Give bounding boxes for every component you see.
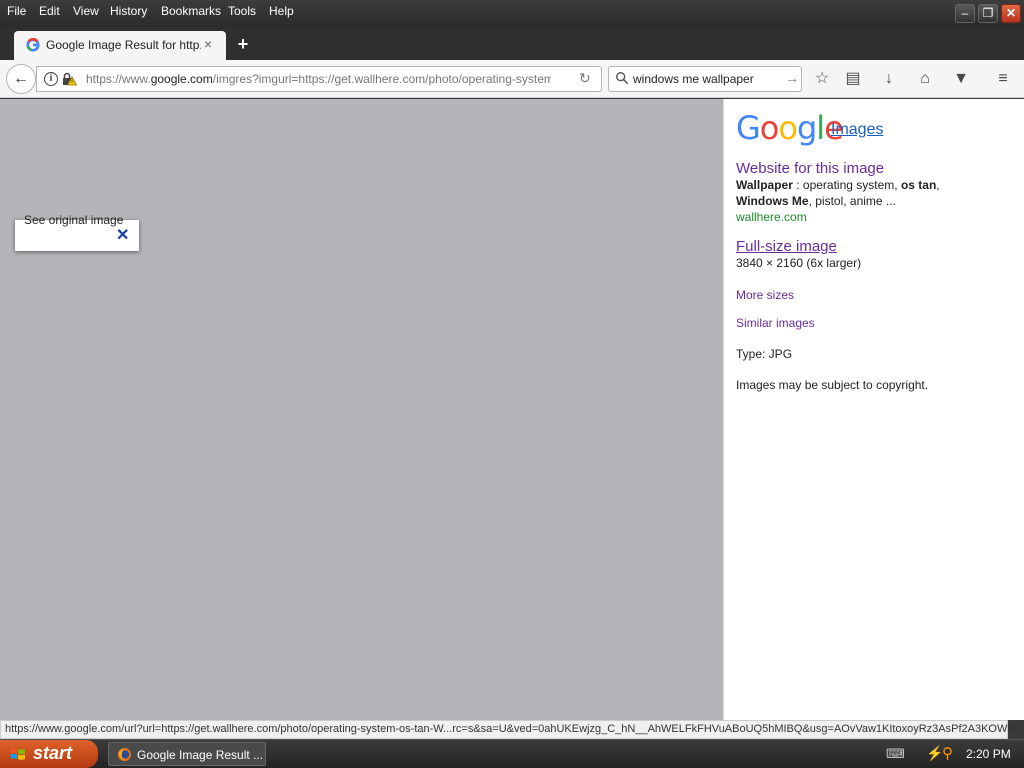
close-popup-icon[interactable]: ✕	[116, 225, 129, 245]
home-icon[interactable]: ⌂	[914, 68, 936, 90]
bookmark-star-icon[interactable]: ☆	[811, 68, 833, 90]
keyboard-icon[interactable]: ⌨	[886, 746, 905, 762]
see-original-image-text[interactable]: See original image	[24, 213, 123, 227]
reload-icon[interactable]: ↻	[579, 70, 591, 87]
copyright-notice: Images may be subject to copyright.	[736, 378, 929, 392]
menu-bookmarks[interactable]: Bookmarks	[161, 4, 221, 18]
search-go-icon[interactable]: →	[785, 70, 799, 86]
bookmarks-menu-icon[interactable]: ▤	[842, 68, 864, 90]
new-tab-button[interactable]: +	[232, 33, 254, 55]
menu-bar: File Edit View History Bookmarks Tools H…	[0, 0, 1024, 28]
menu-tools[interactable]: Tools	[228, 4, 256, 18]
hamburger-menu-icon[interactable]: ≡	[992, 68, 1014, 90]
menu-help[interactable]: Help	[269, 4, 294, 18]
images-link[interactable]: Images	[831, 121, 883, 139]
see-original-popup: See original image ✕	[15, 213, 139, 251]
website-for-image-link[interactable]: Website for this image	[736, 160, 884, 177]
menu-view[interactable]: View	[73, 4, 99, 18]
url-text: https://www.google.com/imgres?imgurl=htt…	[86, 72, 551, 86]
status-bar: https://www.google.com/url?url=https://g…	[0, 720, 1015, 739]
description-line-1: Wallpaper : operating system, os tan,	[736, 178, 940, 192]
menu-edit[interactable]: Edit	[39, 4, 60, 18]
close-tab-icon[interactable]: ×	[204, 36, 212, 52]
close-window-button[interactable]: ✕	[1001, 4, 1021, 23]
search-bar[interactable]: windows me wallpaper →	[608, 66, 802, 92]
image-viewer-area[interactable]	[0, 99, 723, 720]
similar-images-link[interactable]: Similar images	[736, 316, 815, 330]
start-label: start	[33, 743, 73, 763]
search-input[interactable]: windows me wallpaper	[633, 72, 754, 86]
google-logo[interactable]: Google	[736, 109, 844, 147]
tab-title: Google Image Result for http...	[46, 38, 201, 52]
insecure-lock-icon[interactable]	[61, 71, 77, 87]
url-bar[interactable]: i https://www.google.com/imgres?imgurl=h…	[36, 66, 602, 92]
pocket-icon[interactable]: ▼	[950, 68, 972, 90]
tab-google-image-result[interactable]: Google Image Result for http... ×	[14, 31, 226, 60]
restore-button[interactable]: ❐	[978, 4, 998, 23]
downloads-icon[interactable]: ↓	[878, 68, 900, 90]
image-dimensions: 3840 × 2160 (6x larger)	[736, 256, 862, 270]
menu-history[interactable]: History	[110, 4, 147, 18]
search-icon	[616, 72, 629, 85]
google-favicon-icon	[26, 38, 40, 52]
source-domain: wallhere.com	[736, 210, 807, 224]
info-icon[interactable]: i	[44, 72, 58, 86]
status-url: https://www.google.com/url?url=https://g…	[5, 723, 1016, 735]
description-line-2: Windows Me, pistol, anime ...	[736, 194, 896, 208]
full-size-image-link[interactable]: Full-size image	[736, 238, 837, 255]
taskbar-item-firefox[interactable]: Google Image Result ...	[108, 742, 266, 766]
menu-file[interactable]: File	[7, 4, 26, 18]
back-button[interactable]: ←	[6, 64, 36, 94]
taskbar-item-label: Google Image Result ...	[137, 748, 264, 762]
image-info-panel: Google Images Website for this image Wal…	[723, 99, 1024, 720]
image-type: Type: JPG	[736, 347, 793, 361]
network-icon[interactable]: ⚡	[926, 745, 943, 762]
more-sizes-link[interactable]: More sizes	[736, 288, 794, 302]
clock: 2:20 PM	[966, 747, 1011, 761]
start-button[interactable]: start	[0, 740, 98, 768]
firefox-icon	[117, 747, 132, 762]
windows-flag-icon	[11, 748, 25, 760]
search-tray-icon[interactable]: ⚲	[942, 744, 953, 762]
system-tray: ⌨ ⚡ ⚲ 2:20 PM	[884, 742, 1024, 766]
minimize-button[interactable]: –	[955, 4, 975, 23]
